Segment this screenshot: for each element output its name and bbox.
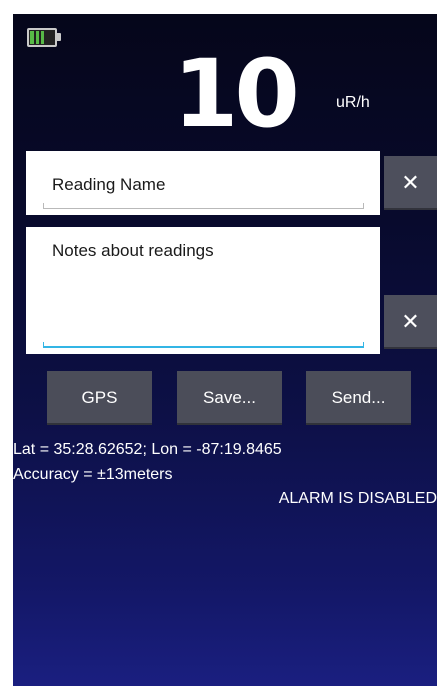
reading-value: 10	[173, 40, 300, 149]
reading-name-underline	[43, 203, 364, 209]
battery-icon	[27, 28, 57, 47]
battery-tip	[57, 33, 61, 41]
clear-name-button[interactable]: ✕	[384, 156, 437, 210]
save-button[interactable]: Save...	[177, 371, 282, 425]
close-icon: ✕	[401, 309, 420, 335]
notes-field[interactable]: Notes about readings	[26, 227, 380, 354]
notes-underline	[43, 342, 364, 348]
notes-text: Notes about readings	[52, 241, 214, 260]
gps-button[interactable]: GPS	[47, 371, 152, 425]
alarm-status: ALARM IS DISABLED	[278, 490, 437, 507]
reading-name-field[interactable]: Reading Name	[26, 151, 380, 215]
reading-unit: uR/h	[336, 94, 370, 111]
close-icon: ✕	[401, 170, 420, 196]
accuracy-text: Accuracy = ±13meters	[13, 466, 173, 483]
app-screen: 10 uR/h Reading Name ✕ Notes about readi…	[13, 14, 437, 686]
send-button[interactable]: Send...	[306, 371, 411, 425]
clear-notes-button[interactable]: ✕	[384, 295, 437, 349]
lat-lon-text: Lat = 35:28.62652; Lon = -87:19.8465	[13, 441, 282, 458]
reading-name-text: Reading Name	[52, 175, 166, 194]
